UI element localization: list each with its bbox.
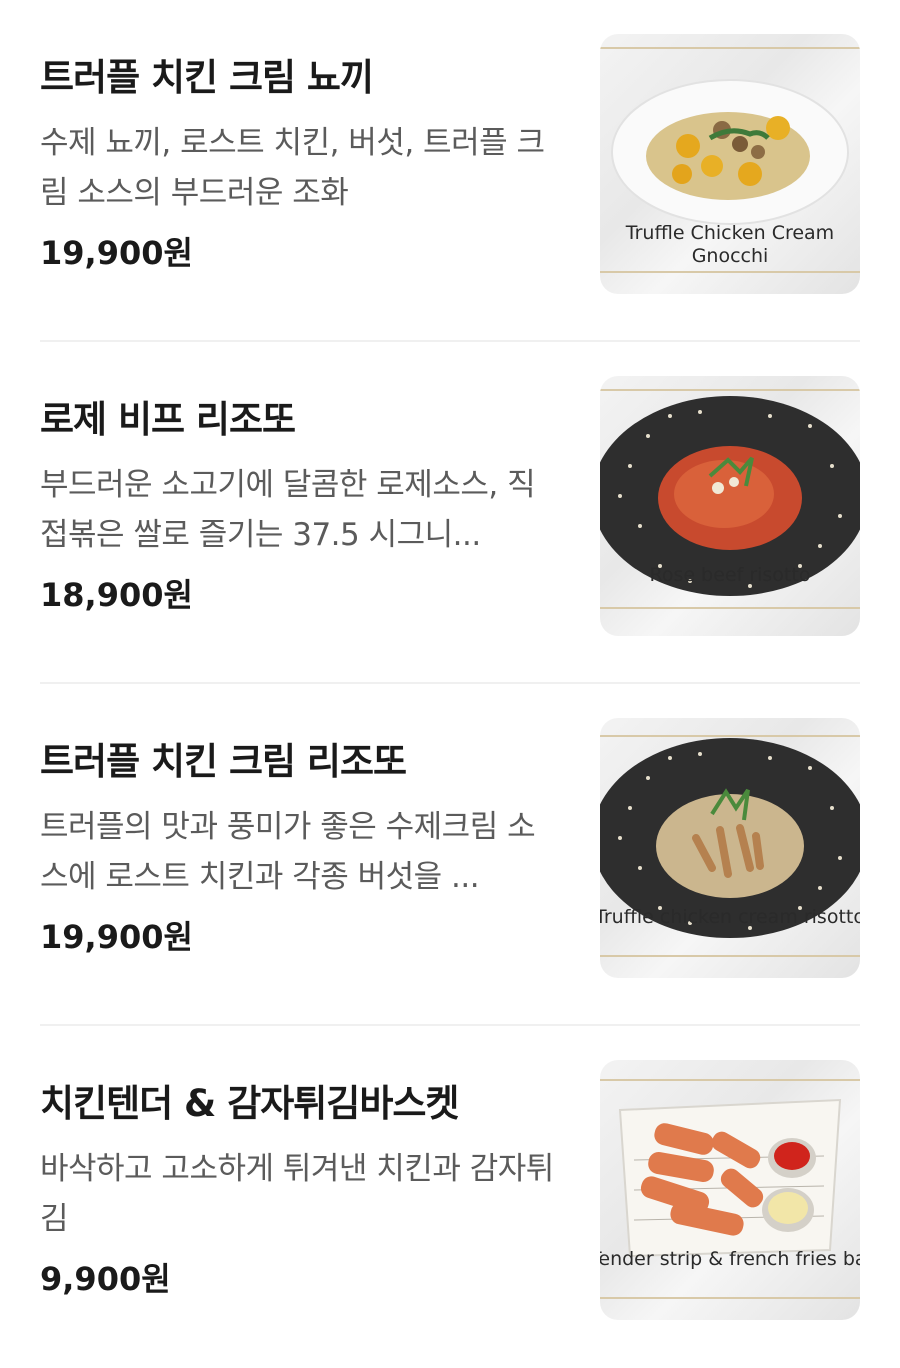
image-caption: Truffle chicken cream risotto: [600, 906, 860, 928]
menu-list: 트러플 치킨 크림 뇨끼 수제 뇨끼, 로스트 치킨, 버섯, 트러플 크림 소…: [0, 0, 900, 1349]
menu-item-image[interactable]: Truffle Chicken Cream Gnocchi: [600, 34, 860, 294]
menu-item[interactable]: 트러플 치킨 크림 뇨끼 수제 뇨끼, 로스트 치킨, 버섯, 트러플 크림 소…: [40, 0, 860, 342]
menu-item[interactable]: 트러플 치킨 크림 리조또 트러플의 맛과 풍미가 좋은 수제크림 소스에 로스…: [40, 684, 860, 1026]
menu-item-image[interactable]: Rose beef risotto: [600, 376, 860, 636]
menu-item-price: 19,900원: [40, 234, 193, 272]
image-caption: Tender strip & french fries basket: [600, 1248, 860, 1270]
menu-item-description: 트러플의 맛과 풍미가 좋은 수제크림 소스에 로스트 치킨과 각종 버섯을 .…: [40, 809, 536, 895]
menu-item-price: 9,900원: [40, 1260, 171, 1298]
cream-risotto-dish-image: [600, 735, 860, 957]
menu-item-text: 로제 비프 리조또 부드러운 소고기에 달콤한 로제소스, 직접볶은 쌀로 즐기…: [40, 394, 560, 618]
menu-item-name: 트러플 치킨 크림 뇨끼: [40, 56, 374, 99]
menu-item-image[interactable]: Tender strip & french fries basket: [600, 1060, 860, 1320]
menu-item-text: 트러플 치킨 크림 뇨끼 수제 뇨끼, 로스트 치킨, 버섯, 트러플 크림 소…: [40, 52, 560, 276]
menu-item-text: 치킨텐더 & 감자튀김바스켓 바삭하고 고소하게 튀겨낸 치킨과 감자튀김 9,…: [40, 1078, 560, 1302]
rose-risotto-dish-image: [600, 389, 860, 609]
menu-item-description: 바삭하고 고소하게 튀겨낸 치킨과 감자튀김: [40, 1151, 554, 1237]
menu-item-text: 트러플 치킨 크림 리조또 트러플의 맛과 풍미가 좋은 수제크림 소스에 로스…: [40, 736, 560, 960]
image-caption: Rose beef risotto: [649, 564, 811, 586]
menu-item-name: 트러플 치킨 크림 리조또: [40, 740, 407, 783]
tender-basket-image: [600, 1079, 860, 1299]
menu-item-image[interactable]: Truffle chicken cream risotto: [600, 718, 860, 978]
menu-item-description: 수제 뇨끼, 로스트 치킨, 버섯, 트러플 크림 소스의 부드러운 조화: [40, 125, 545, 211]
menu-item[interactable]: 치킨텐더 & 감자튀김바스켓 바삭하고 고소하게 튀겨낸 치킨과 감자튀김 9,…: [40, 1026, 860, 1368]
menu-item-price: 19,900원: [40, 918, 193, 956]
image-caption: Truffle Chicken Cream Gnocchi: [625, 222, 835, 267]
menu-item-name: 로제 비프 리조또: [40, 398, 296, 441]
menu-item[interactable]: 로제 비프 리조또 부드러운 소고기에 달콤한 로제소스, 직접볶은 쌀로 즐기…: [40, 342, 860, 684]
menu-item-name: 치킨텐더 & 감자튀김바스켓: [40, 1082, 459, 1125]
menu-item-price: 18,900원: [40, 576, 193, 614]
menu-item-description: 부드러운 소고기에 달콤한 로제소스, 직접볶은 쌀로 즐기는 37.5 시그니…: [40, 467, 536, 553]
